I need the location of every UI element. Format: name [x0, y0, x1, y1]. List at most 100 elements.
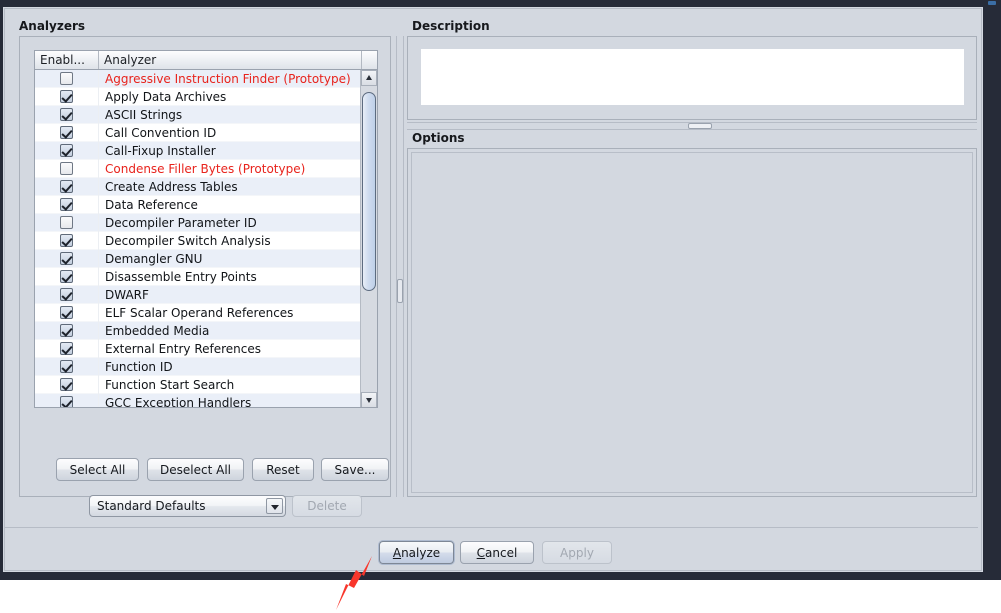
table-row[interactable]: Decompiler Switch Analysis [35, 231, 362, 250]
checkbox-checked-icon[interactable] [60, 324, 73, 337]
table-row[interactable]: External Entry References [35, 339, 362, 358]
split-divider-grip[interactable] [397, 279, 403, 303]
cancel-button[interactable]: Cancel [460, 541, 534, 564]
row-enabled-cell[interactable] [35, 267, 99, 286]
screen-root: Analyzers Enabl... Analyzer Aggressive I… [0, 0, 1001, 613]
table-row[interactable]: Disassemble Entry Points [35, 267, 362, 286]
save-button[interactable]: Save... [321, 458, 389, 481]
row-enabled-cell[interactable] [35, 303, 99, 322]
row-analyzer-name: DWARF [105, 287, 149, 302]
row-enabled-cell[interactable] [35, 177, 99, 196]
vertical-split-divider[interactable] [394, 36, 406, 497]
table-row[interactable]: Data Reference [35, 195, 362, 214]
checkbox-checked-icon[interactable] [60, 126, 73, 139]
checkbox-checked-icon[interactable] [60, 378, 73, 391]
row-enabled-cell[interactable] [35, 159, 99, 178]
table-row[interactable]: Decompiler Parameter ID [35, 213, 362, 232]
split-divider-line-left [396, 36, 397, 497]
row-enabled-cell[interactable] [35, 231, 99, 250]
row-analyzer-name: Decompiler Switch Analysis [105, 233, 271, 248]
reset-button[interactable]: Reset [252, 458, 314, 481]
analyzers-vertical-scrollbar[interactable] [360, 70, 377, 407]
checkbox-checked-icon[interactable] [60, 90, 73, 103]
table-row[interactable]: ASCII Strings [35, 105, 362, 124]
button-bar-separator [4, 527, 978, 528]
hsplit-divider-grip[interactable] [688, 123, 712, 129]
checkbox-unchecked-icon[interactable] [60, 162, 73, 175]
checkbox-unchecked-icon[interactable] [60, 72, 73, 85]
checkbox-checked-icon[interactable] [60, 234, 73, 247]
checkbox-checked-icon[interactable] [60, 198, 73, 211]
table-row[interactable]: Demangler GNU [35, 249, 362, 268]
row-enabled-cell[interactable] [35, 70, 99, 88]
preset-dropdown-value: Standard Defaults [97, 499, 206, 513]
desktop-background [0, 580, 1001, 613]
row-enabled-cell[interactable] [35, 87, 99, 106]
checkbox-checked-icon[interactable] [60, 306, 73, 319]
scrollbar-thumb[interactable] [362, 92, 376, 291]
row-analyzer-name: Aggressive Instruction Finder (Prototype… [105, 71, 351, 86]
row-analyzer-name: Create Address Tables [105, 179, 238, 194]
table-row[interactable]: Create Address Tables [35, 177, 362, 196]
table-row[interactable]: Apply Data Archives [35, 87, 362, 106]
table-row[interactable]: GCC Exception Handlers [35, 393, 362, 407]
row-enabled-cell[interactable] [35, 357, 99, 376]
scroll-up-arrow-icon[interactable] [361, 70, 377, 86]
checkbox-checked-icon[interactable] [60, 180, 73, 193]
row-enabled-cell[interactable] [35, 249, 99, 268]
delete-preset-button[interactable]: Delete [292, 495, 362, 517]
options-panel [407, 148, 977, 497]
row-enabled-cell[interactable] [35, 375, 99, 394]
analyzers-panel: Enabl... Analyzer Aggressive Instruction… [19, 36, 391, 517]
checkbox-unchecked-icon[interactable] [60, 216, 73, 229]
table-row[interactable]: Condense Filler Bytes (Prototype) [35, 159, 362, 178]
row-analyzer-name: ELF Scalar Operand References [105, 305, 294, 320]
checkbox-checked-icon[interactable] [60, 270, 73, 283]
table-row[interactable]: Call Convention ID [35, 123, 362, 142]
select-all-button[interactable]: Select All [56, 458, 139, 481]
column-header-analyzer[interactable]: Analyzer [99, 51, 362, 69]
row-enabled-cell[interactable] [35, 195, 99, 214]
options-content-area [411, 152, 973, 493]
row-analyzer-name: Call Convention ID [105, 125, 217, 140]
checkbox-checked-icon[interactable] [60, 342, 73, 355]
checkbox-checked-icon[interactable] [60, 360, 73, 373]
horizontal-split-divider[interactable] [407, 121, 977, 131]
row-enabled-cell[interactable] [35, 141, 99, 160]
table-row[interactable]: Function ID [35, 357, 362, 376]
scroll-down-arrow-icon[interactable] [361, 392, 377, 407]
checkbox-checked-icon[interactable] [60, 396, 73, 407]
description-panel-title: Description [412, 19, 490, 33]
row-enabled-cell[interactable] [35, 321, 99, 340]
row-enabled-cell[interactable] [35, 339, 99, 358]
analyzers-panel-title: Analyzers [19, 19, 86, 33]
row-enabled-cell[interactable] [35, 105, 99, 124]
row-enabled-cell[interactable] [35, 393, 99, 407]
row-enabled-cell[interactable] [35, 285, 99, 304]
analyze-button[interactable]: Analyze [379, 541, 454, 564]
table-row[interactable]: Function Start Search [35, 375, 362, 394]
window-right-border [983, 7, 1001, 572]
table-row[interactable]: Embedded Media [35, 321, 362, 340]
row-analyzer-name: Demangler GNU [105, 251, 203, 266]
checkbox-checked-icon[interactable] [60, 108, 73, 121]
table-row[interactable]: DWARF [35, 285, 362, 304]
chevron-down-icon[interactable] [266, 498, 283, 514]
analyzers-table[interactable]: Enabl... Analyzer Aggressive Instruction… [34, 50, 378, 408]
row-enabled-cell[interactable] [35, 123, 99, 142]
row-analyzer-name: Decompiler Parameter ID [105, 215, 257, 230]
table-row[interactable]: Call-Fixup Installer [35, 141, 362, 160]
table-row[interactable]: Aggressive Instruction Finder (Prototype… [35, 70, 362, 88]
deselect-all-button[interactable]: Deselect All [147, 458, 244, 481]
table-row[interactable]: ELF Scalar Operand References [35, 303, 362, 322]
preset-dropdown[interactable]: Standard Defaults [89, 495, 286, 517]
checkbox-checked-icon[interactable] [60, 288, 73, 301]
checkbox-checked-icon[interactable] [60, 252, 73, 265]
row-analyzer-name: Function Start Search [105, 377, 235, 392]
analyzers-row-list[interactable]: Aggressive Instruction Finder (Prototype… [35, 70, 362, 407]
apply-button[interactable]: Apply [542, 541, 612, 564]
checkbox-checked-icon[interactable] [60, 144, 73, 157]
column-header-enabled[interactable]: Enabl... [35, 51, 99, 69]
table-header-corner [362, 51, 377, 69]
row-enabled-cell[interactable] [35, 213, 99, 232]
